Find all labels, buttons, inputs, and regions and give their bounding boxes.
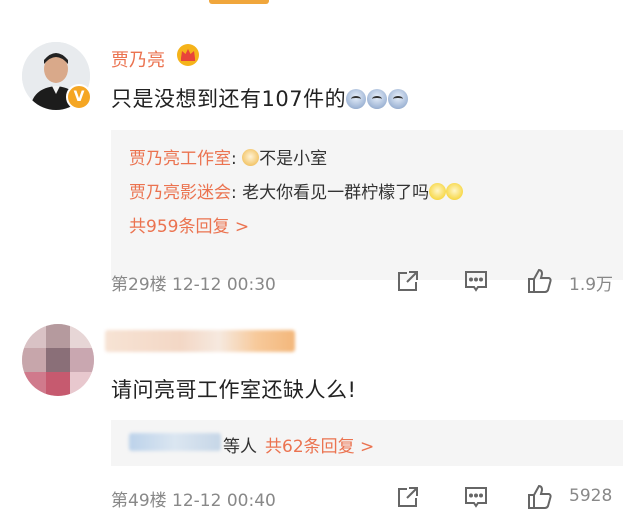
author-name[interactable]: 贾乃亮 [111, 46, 165, 72]
comment-item: 请问亮哥工作室还缺人么! 等人 共62条回复 > 第49楼 12-12 00:40… [0, 306, 640, 527]
comment-icon[interactable] [461, 266, 491, 296]
reply-item[interactable]: 贾乃亮影迷会: 老大你看见一群柠檬了吗 [129, 178, 464, 203]
reply-box[interactable]: 等人 共62条回复 > [111, 420, 623, 466]
tab-indicator [209, 0, 269, 4]
emoji-icon [242, 149, 260, 166]
like-icon[interactable] [525, 482, 555, 512]
more-replies-link[interactable]: 共959条回复 > [129, 212, 249, 237]
avatar[interactable] [22, 324, 94, 396]
emoji-icon [446, 183, 464, 200]
emoji-icon [367, 89, 388, 109]
emoji-icon [388, 89, 409, 109]
like-icon[interactable] [525, 266, 555, 296]
reply-box[interactable]: 贾乃亮工作室: 不是小室 贾乃亮影迷会: 老大你看见一群柠檬了吗 共959条回复… [111, 130, 623, 280]
crown-badge-icon[interactable] [175, 42, 201, 66]
comment-text: 只是没想到还有107件的 [111, 83, 409, 113]
comment-footer: 第49楼 12-12 00:40 5928 [111, 482, 623, 512]
reply-summary[interactable]: 等人 共62条回复 > [223, 432, 374, 457]
emoji-icon [346, 89, 367, 109]
share-icon[interactable] [393, 482, 423, 512]
floor-time: 第29楼 12-12 00:30 [111, 275, 276, 295]
reply-item[interactable]: 贾乃亮工作室: 不是小室 [129, 144, 327, 169]
comment-item: V 贾乃亮 只是没想到还有107件的 贾乃亮工作室: 不是小室 贾乃亮影迷会: … [0, 32, 640, 304]
emoji-icon [429, 183, 447, 200]
author-name[interactable] [105, 330, 295, 352]
share-icon[interactable] [393, 266, 423, 296]
like-count: 1.9万 [569, 275, 614, 295]
floor-time: 第49楼 12-12 00:40 [111, 491, 276, 511]
comment-footer: 第29楼 12-12 00:30 1.9万 [111, 266, 623, 296]
comment-icon[interactable] [461, 482, 491, 512]
comment-text: 请问亮哥工作室还缺人么! [111, 378, 357, 402]
reply-users[interactable] [129, 433, 221, 451]
verified-icon: V [66, 84, 92, 110]
like-count: 5928 [569, 486, 613, 506]
